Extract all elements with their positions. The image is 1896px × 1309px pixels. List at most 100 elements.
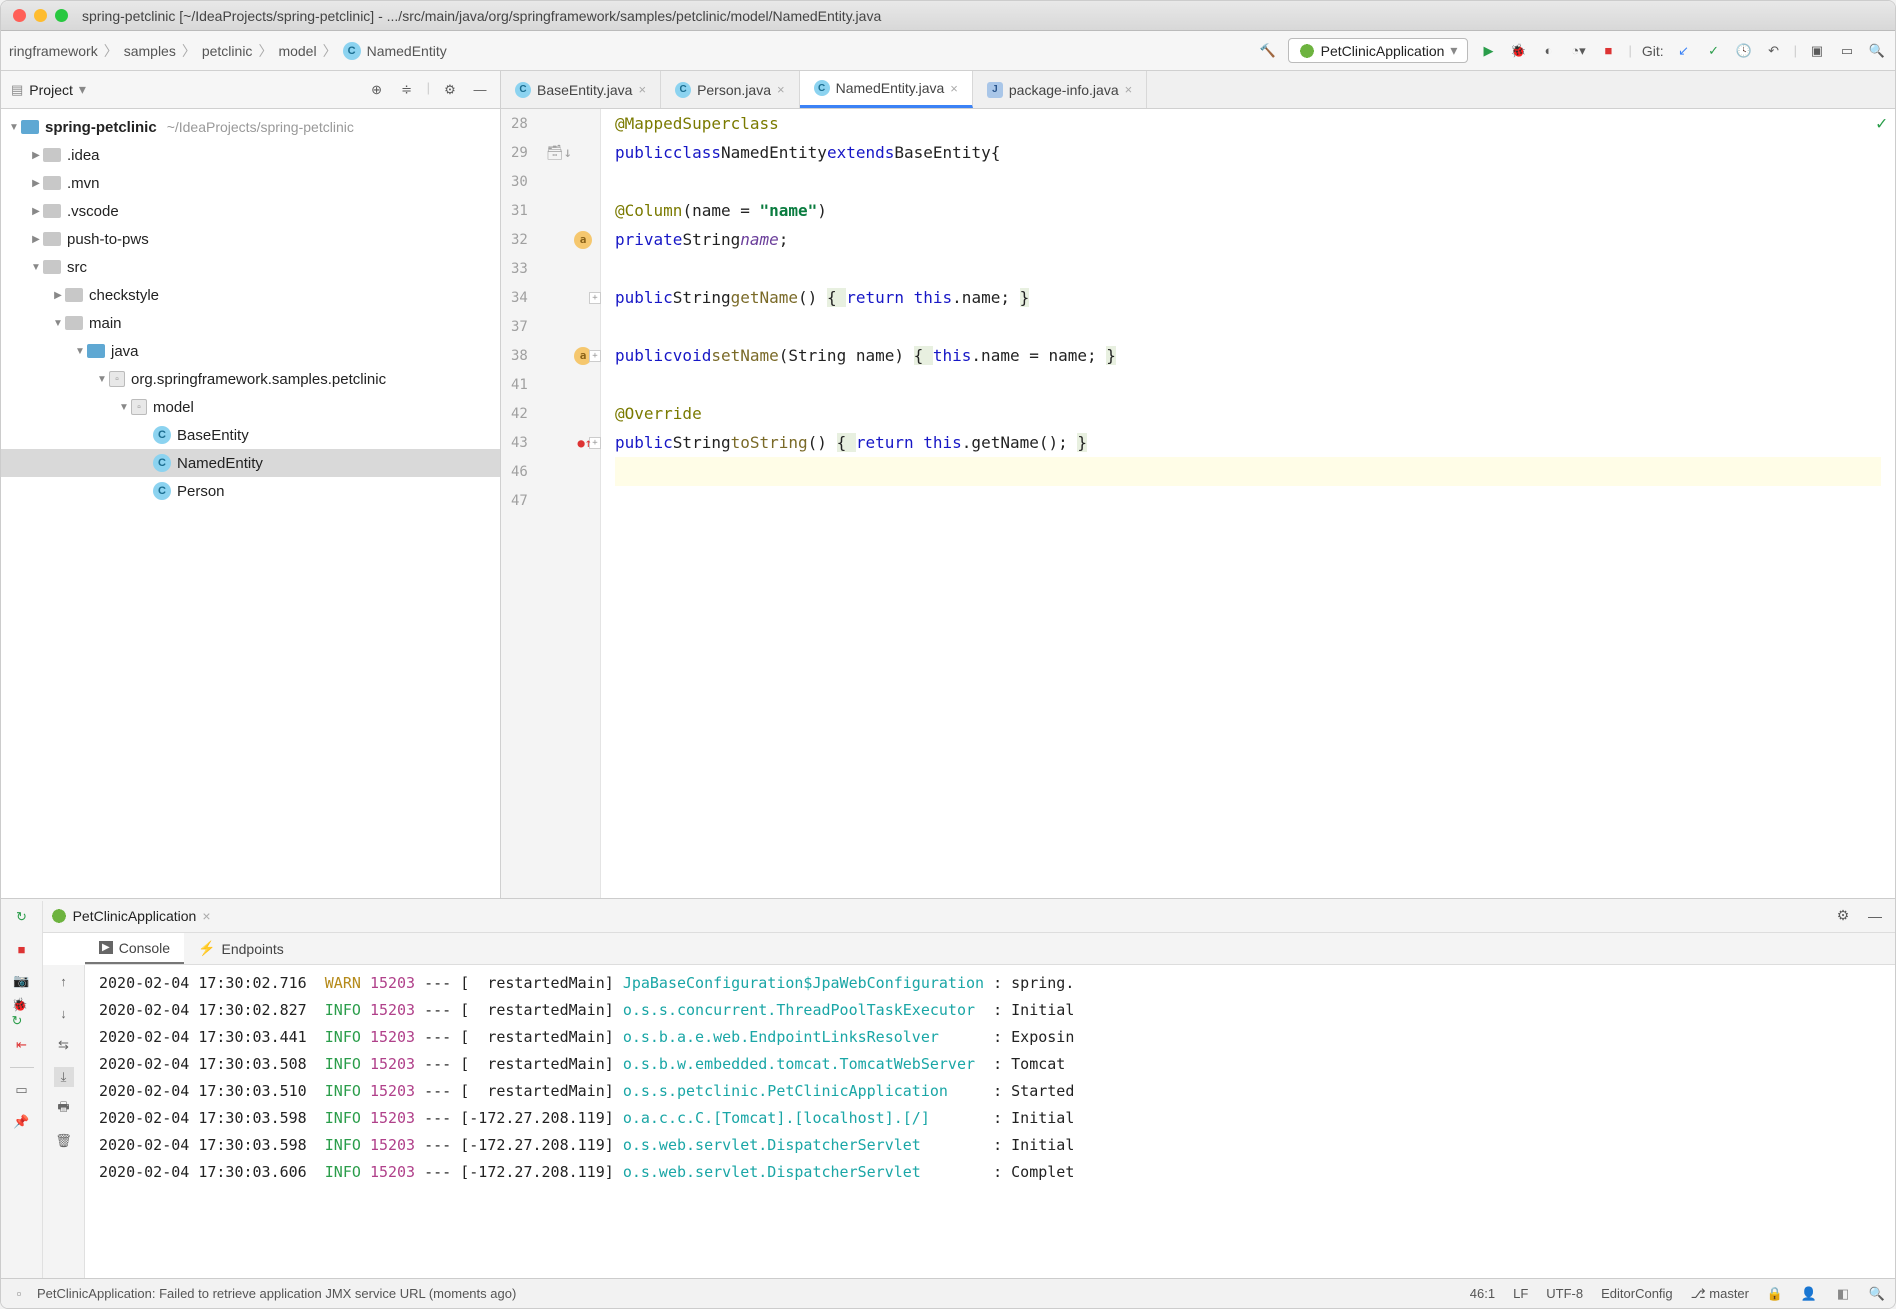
- log-line[interactable]: 2020-02-04 17:30:03.510 INFO 15203 --- […: [99, 1077, 1895, 1104]
- search-everywhere-icon[interactable]: 🔍: [1867, 41, 1887, 61]
- log-line[interactable]: 2020-02-04 17:30:02.827 INFO 15203 --- […: [99, 996, 1895, 1023]
- console-output[interactable]: 2020-02-04 17:30:02.716 WARN 15203 --- […: [85, 965, 1895, 1278]
- locate-icon[interactable]: ⊕: [367, 80, 387, 100]
- window-close-button[interactable]: [13, 9, 26, 22]
- tree-item[interactable]: CBaseEntity: [1, 421, 500, 449]
- up-icon[interactable]: ↑: [54, 971, 74, 991]
- expand-icon[interactable]: ▼: [51, 318, 65, 329]
- hide-icon[interactable]: —: [1865, 906, 1885, 926]
- breadcrumb-item[interactable]: petclinic: [202, 43, 253, 59]
- tree-item[interactable]: ▼src: [1, 253, 500, 281]
- gutter-line[interactable]: 31: [501, 196, 600, 225]
- rerun-icon[interactable]: ↻: [12, 907, 32, 927]
- gear-icon[interactable]: ⚙: [1833, 906, 1853, 926]
- expand-icon[interactable]: ▶: [29, 150, 43, 161]
- zoom-icon[interactable]: 🔍: [1869, 1286, 1885, 1302]
- tool-windows-icon[interactable]: ▫: [11, 1286, 27, 1302]
- gutter-line[interactable]: 43+●↑: [501, 428, 600, 457]
- editor[interactable]: ✓ 2829🗃↓303132a3334+3738a+414243+●↑4647 …: [501, 109, 1895, 898]
- breadcrumb[interactable]: ringframework〉 samples〉 petclinic〉 model…: [9, 41, 447, 61]
- git-revert-icon[interactable]: ↶: [1764, 41, 1784, 61]
- tree-item[interactable]: CPerson: [1, 477, 500, 505]
- run-icon[interactable]: ▶: [1478, 41, 1498, 61]
- db-gutter-icon[interactable]: 🗃↓: [546, 145, 572, 161]
- gutter-line[interactable]: 38a+: [501, 341, 600, 370]
- window-minimize-button[interactable]: [34, 9, 47, 22]
- memory-icon[interactable]: ◧: [1835, 1286, 1851, 1302]
- expand-icon[interactable]: ▶: [29, 178, 43, 189]
- debug-icon[interactable]: 🐞: [1508, 41, 1528, 61]
- gutter-line[interactable]: 42: [501, 399, 600, 428]
- fold-icon[interactable]: +: [589, 292, 601, 304]
- editorconfig-indicator[interactable]: EditorConfig: [1601, 1286, 1673, 1301]
- log-line[interactable]: 2020-02-04 17:30:03.508 INFO 15203 --- […: [99, 1050, 1895, 1077]
- hide-icon[interactable]: —: [470, 80, 490, 100]
- gutter-line[interactable]: 32a: [501, 225, 600, 254]
- project-view-icon[interactable]: ▤: [11, 82, 23, 98]
- coverage-icon[interactable]: ◐: [1538, 41, 1558, 61]
- tree-item[interactable]: ▶.idea: [1, 141, 500, 169]
- git-history-icon[interactable]: 🕓: [1734, 41, 1754, 61]
- gear-icon[interactable]: ⚙: [440, 80, 460, 100]
- down-icon[interactable]: ↓: [54, 1003, 74, 1023]
- expand-icon[interactable]: ▼: [117, 402, 131, 413]
- fold-icon[interactable]: +: [589, 350, 601, 362]
- close-icon[interactable]: ×: [638, 82, 646, 97]
- expand-icon[interactable]: ▼: [29, 262, 43, 273]
- tree-item[interactable]: CNamedEntity: [1, 449, 500, 477]
- tree-item[interactable]: ▼▫model: [1, 393, 500, 421]
- file-encoding[interactable]: UTF-8: [1546, 1286, 1583, 1301]
- gutter-line[interactable]: 41: [501, 370, 600, 399]
- exit-icon[interactable]: ⇤: [12, 1035, 32, 1055]
- close-icon[interactable]: ×: [777, 82, 785, 97]
- breadcrumb-item[interactable]: samples: [124, 43, 176, 59]
- override-icon[interactable]: ●↑: [578, 436, 592, 450]
- inspector-icon[interactable]: 👤: [1801, 1286, 1817, 1302]
- breadcrumb-item[interactable]: model: [278, 43, 316, 59]
- gutter-line[interactable]: 47: [501, 486, 600, 515]
- expand-icon[interactable]: ▶: [51, 290, 65, 301]
- gutter-line[interactable]: 37: [501, 312, 600, 341]
- lock-icon[interactable]: 🔒: [1767, 1286, 1783, 1302]
- tree-root[interactable]: ▼ spring-petclinic ~/IdeaProjects/spring…: [1, 113, 500, 141]
- window-zoom-button[interactable]: [55, 9, 68, 22]
- breadcrumb-item[interactable]: ringframework: [9, 43, 98, 59]
- log-line[interactable]: 2020-02-04 17:30:02.716 WARN 15203 --- […: [99, 969, 1895, 996]
- gutter-line[interactable]: 29🗃↓: [501, 138, 600, 167]
- run-config-selector[interactable]: PetClinicApplication ▾: [1288, 38, 1469, 63]
- print-icon[interactable]: 🖶: [54, 1099, 74, 1119]
- close-icon[interactable]: ×: [202, 908, 210, 924]
- rerun-failed-icon[interactable]: 🐞↻: [12, 1003, 32, 1023]
- close-icon[interactable]: ×: [950, 81, 958, 96]
- expand-icon[interactable]: ▶: [29, 234, 43, 245]
- cursor-position[interactable]: 46:1: [1470, 1286, 1495, 1301]
- line-separator[interactable]: LF: [1513, 1286, 1528, 1301]
- editor-tab[interactable]: CPerson.java×: [661, 71, 800, 108]
- log-line[interactable]: 2020-02-04 17:30:03.606 INFO 15203 --- […: [99, 1158, 1895, 1185]
- gutter-line[interactable]: 34+: [501, 283, 600, 312]
- annotation-mark-icon[interactable]: a: [574, 231, 592, 249]
- project-view-title[interactable]: Project ▾: [29, 81, 86, 98]
- pin-icon[interactable]: 📌: [12, 1112, 32, 1132]
- soft-wrap-icon[interactable]: ⇆: [54, 1035, 74, 1055]
- expand-icon[interactable]: ▶: [29, 206, 43, 217]
- gutter-line[interactable]: 33: [501, 254, 600, 283]
- project-tree[interactable]: ▼ spring-petclinic ~/IdeaProjects/spring…: [1, 109, 500, 898]
- tree-item[interactable]: ▼java: [1, 337, 500, 365]
- log-line[interactable]: 2020-02-04 17:30:03.598 INFO 15203 --- […: [99, 1131, 1895, 1158]
- status-message[interactable]: PetClinicApplication: Failed to retrieve…: [37, 1286, 516, 1301]
- tree-item[interactable]: ▼main: [1, 309, 500, 337]
- expand-icon[interactable]: ▼: [73, 346, 87, 357]
- gutter-line[interactable]: 46: [501, 457, 600, 486]
- gutter-line[interactable]: 30: [501, 167, 600, 196]
- editor-tab[interactable]: CNamedEntity.java×: [800, 71, 973, 108]
- editor-tab[interactable]: CBaseEntity.java×: [501, 71, 661, 108]
- git-commit-icon[interactable]: ✓: [1704, 41, 1724, 61]
- tree-item[interactable]: ▶checkstyle: [1, 281, 500, 309]
- tree-item[interactable]: ▶.vscode: [1, 197, 500, 225]
- build-icon[interactable]: 🔨: [1258, 41, 1278, 61]
- git-update-icon[interactable]: ↙: [1674, 41, 1694, 61]
- stop-icon[interactable]: ■: [12, 939, 32, 959]
- log-line[interactable]: 2020-02-04 17:30:03.598 INFO 15203 --- […: [99, 1104, 1895, 1131]
- dump-icon[interactable]: 📷: [12, 971, 32, 991]
